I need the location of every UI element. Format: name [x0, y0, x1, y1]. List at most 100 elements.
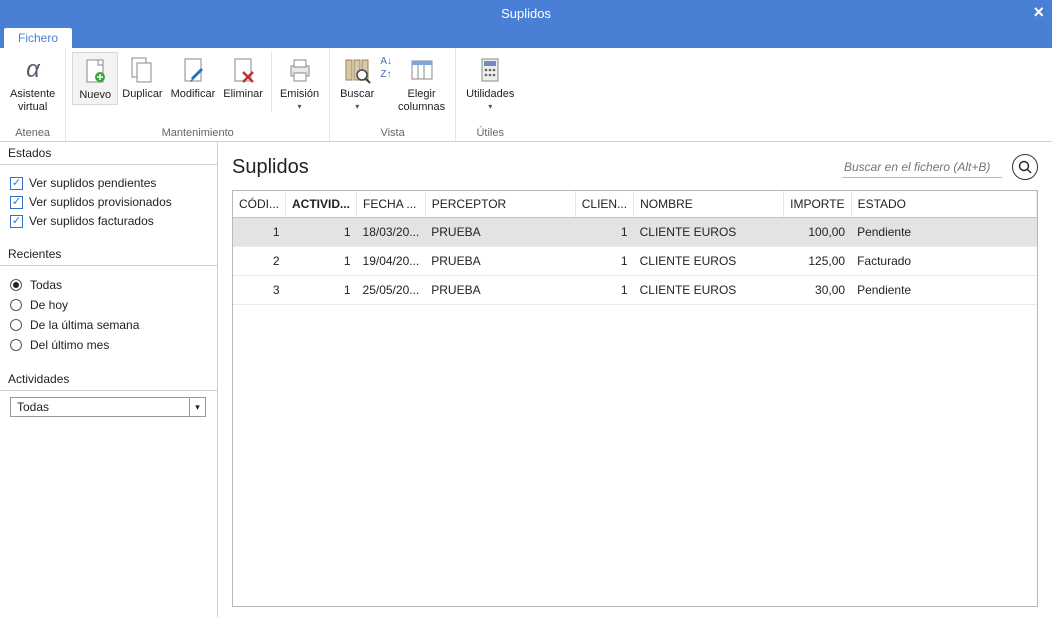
assistant-label: Asistente virtual	[10, 88, 55, 113]
radio-unchecked-icon	[10, 319, 22, 331]
search-input[interactable]	[842, 157, 1002, 178]
page-title: Suplidos	[232, 156, 309, 179]
cell-importe: 125,00	[784, 247, 851, 276]
search-icon[interactable]	[1012, 154, 1038, 180]
duplicar-button[interactable]: Duplicar	[118, 52, 166, 103]
table-row[interactable]: 2 1 19/04/20... PRUEBA 1 CLIENTE EUROS 1…	[233, 247, 1037, 276]
columns-icon	[406, 54, 438, 86]
col-actividad[interactable]: ACTIVID...	[286, 191, 357, 218]
sort-desc-icon[interactable]: Z↑	[380, 69, 392, 80]
cell-importe: 100,00	[784, 218, 851, 247]
group-label-utiles: Útiles	[462, 127, 518, 141]
col-fecha[interactable]: FECHA ...	[357, 191, 426, 218]
group-label-mantenimiento: Mantenimiento	[72, 127, 323, 141]
radio-unchecked-icon	[10, 339, 22, 351]
modificar-button[interactable]: Modificar	[167, 52, 220, 103]
modificar-label: Modificar	[171, 88, 216, 101]
duplicar-label: Duplicar	[122, 88, 162, 101]
cell-importe: 30,00	[784, 276, 851, 305]
buscar-label: Buscar	[340, 88, 374, 101]
checkbox-icon: ✓	[10, 196, 23, 209]
document-duplicate-icon	[126, 54, 158, 86]
cell-estado: Pendiente	[851, 276, 1036, 305]
check-provisionados-label: Ver suplidos provisionados	[29, 195, 172, 209]
assistant-button[interactable]: α Asistente virtual	[6, 52, 59, 115]
check-facturados-label: Ver suplidos facturados	[29, 214, 154, 228]
col-nombre[interactable]: NOMBRE	[634, 191, 784, 218]
radio-unchecked-icon	[10, 299, 22, 311]
eliminar-label: Eliminar	[223, 88, 263, 101]
utilidades-button[interactable]: Utilidades ▾	[462, 52, 518, 113]
eliminar-button[interactable]: Eliminar	[219, 52, 267, 103]
radio-mes[interactable]: Del último mes	[10, 338, 207, 352]
check-facturados[interactable]: ✓Ver suplidos facturados	[10, 214, 207, 228]
document-edit-icon	[177, 54, 209, 86]
alpha-icon: α	[17, 54, 49, 86]
sidebar-header-actividades: Actividades	[0, 368, 217, 391]
search-area	[842, 154, 1038, 180]
nuevo-button[interactable]: Nuevo	[72, 52, 118, 105]
table-header-row: CÓDI... ACTIVID... FECHA ... PERCEPTOR C…	[233, 191, 1037, 218]
buscar-button[interactable]: Buscar ▾	[336, 52, 378, 113]
radio-semana[interactable]: De la última semana	[10, 318, 207, 332]
ribbon-group-vista: Buscar ▾ A↓ Z↑ Elegir columnas Vista	[330, 48, 456, 141]
ribbon-group-utiles: Utilidades ▾ Útiles	[456, 48, 524, 141]
cell-perceptor: PRUEBA	[425, 247, 575, 276]
radio-todas[interactable]: Todas	[10, 278, 207, 292]
print-icon	[284, 54, 316, 86]
tab-fichero[interactable]: Fichero	[4, 28, 72, 48]
col-perceptor[interactable]: PERCEPTOR	[425, 191, 575, 218]
radio-mes-label: Del último mes	[30, 338, 109, 352]
chevron-down-icon: ▾	[355, 102, 359, 111]
title-bar: Suplidos ×	[0, 0, 1052, 26]
sidebar-header-estados: Estados	[0, 142, 217, 165]
col-importe[interactable]: IMPORTE	[784, 191, 851, 218]
sidebar: Estados ✓Ver suplidos pendientes ✓Ver su…	[0, 142, 218, 617]
sort-asc-icon[interactable]: A↓	[380, 56, 392, 67]
cell-cliente: 1	[575, 276, 633, 305]
cell-actividad: 1	[286, 218, 357, 247]
emision-button[interactable]: Emisión ▾	[276, 52, 323, 113]
cell-nombre: CLIENTE EUROS	[634, 276, 784, 305]
cell-estado: Pendiente	[851, 218, 1036, 247]
radio-checked-icon	[10, 279, 22, 291]
actividades-select[interactable]: Todas ▾	[10, 397, 206, 417]
document-delete-icon	[227, 54, 259, 86]
check-pendientes[interactable]: ✓ Ver suplidos pendientes	[10, 176, 207, 190]
col-codigo[interactable]: CÓDI...	[233, 191, 286, 218]
window-title: Suplidos	[501, 6, 551, 21]
utilidades-label: Utilidades	[466, 88, 514, 101]
close-icon[interactable]: ×	[1033, 2, 1044, 23]
cell-nombre: CLIENTE EUROS	[634, 218, 784, 247]
content-header: Suplidos	[232, 154, 1038, 180]
table-row[interactable]: 3 1 25/05/20... PRUEBA 1 CLIENTE EUROS 3…	[233, 276, 1037, 305]
group-label-vista: Vista	[336, 127, 449, 141]
cell-perceptor: PRUEBA	[425, 218, 575, 247]
ribbon-group-mantenimiento: Nuevo Duplicar Modificar Eliminar	[66, 48, 330, 141]
cell-estado: Facturado	[851, 247, 1036, 276]
emision-label: Emisión	[280, 88, 319, 101]
column-search-icon	[341, 54, 373, 86]
radio-hoy[interactable]: De hoy	[10, 298, 207, 312]
cell-actividad: 1	[286, 247, 357, 276]
data-grid[interactable]: CÓDI... ACTIVID... FECHA ... PERCEPTOR C…	[232, 190, 1038, 607]
col-estado[interactable]: ESTADO	[851, 191, 1036, 218]
elegir-columnas-button[interactable]: Elegir columnas	[394, 52, 449, 115]
chevron-down-icon[interactable]: ▾	[189, 398, 205, 416]
radio-hoy-label: De hoy	[30, 298, 68, 312]
table-row[interactable]: 1 1 18/03/20... PRUEBA 1 CLIENTE EUROS 1…	[233, 218, 1037, 247]
main-area: Estados ✓Ver suplidos pendientes ✓Ver su…	[0, 142, 1052, 617]
checkbox-icon: ✓	[10, 177, 23, 190]
document-new-icon	[79, 55, 111, 87]
chevron-down-icon: ▾	[298, 102, 302, 111]
check-pendientes-label: Ver suplidos pendientes	[29, 176, 156, 190]
content-panel: Suplidos CÓDI... ACTIVID... FECHA ...	[218, 142, 1052, 617]
elegir-label: Elegir columnas	[398, 88, 445, 113]
cell-codigo: 1	[233, 218, 286, 247]
check-provisionados[interactable]: ✓ Ver suplidos provisionados	[10, 195, 207, 209]
nuevo-label: Nuevo	[79, 89, 111, 102]
radio-todas-label: Todas	[30, 278, 62, 292]
cell-codigo: 3	[233, 276, 286, 305]
col-cliente[interactable]: CLIEN...	[575, 191, 633, 218]
ribbon: α Asistente virtual Atenea Nuevo Duplica…	[0, 48, 1052, 142]
